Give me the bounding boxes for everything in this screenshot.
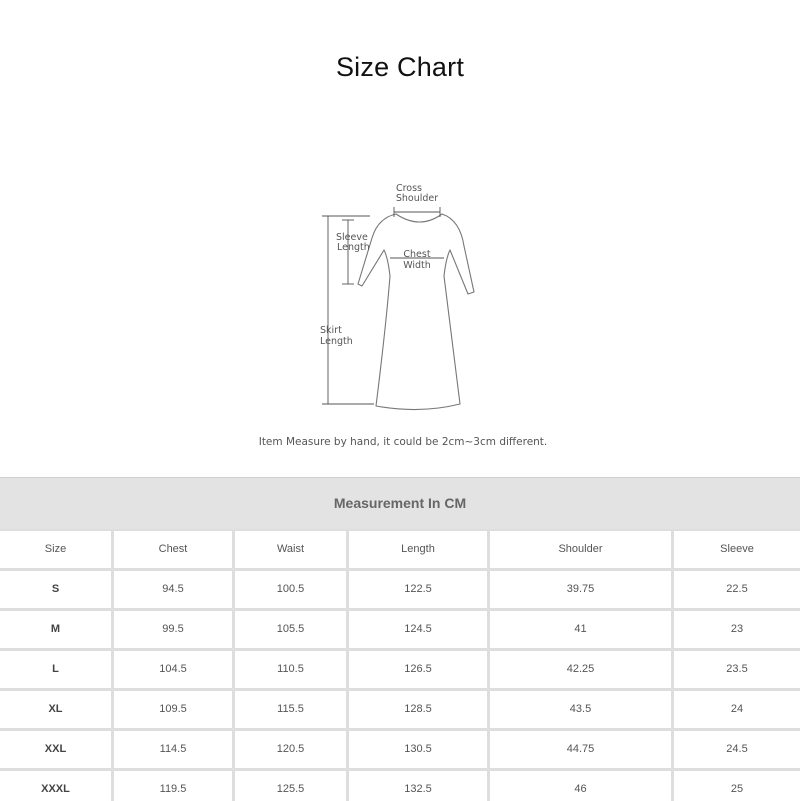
cell-size: XL: [0, 691, 111, 728]
table-row: L 104.5 110.5 126.5 42.25 23.5: [0, 651, 800, 688]
cell-chest: 99.5: [114, 611, 232, 648]
header-size: Size: [0, 531, 111, 568]
cell-size: XXXL: [0, 771, 111, 801]
table-row: XXL 114.5 120.5 130.5 44.75 24.5: [0, 731, 800, 768]
chest-width-label-line2: Width: [403, 260, 431, 271]
sleeve-length-label-line2: Length: [337, 242, 370, 253]
page-title: Size Chart: [335, 52, 465, 82]
cell-shoulder: 41: [490, 611, 671, 648]
skirt-length-label-line1: Skirt: [320, 325, 342, 336]
cell-chest: 104.5: [114, 651, 232, 688]
cell-waist: 120.5: [235, 731, 346, 768]
table-row: M 99.5 105.5 124.5 41 23: [0, 611, 800, 648]
chest-width-label-line1: Chest: [403, 249, 430, 260]
header-length: Length: [349, 531, 487, 568]
dress-measurement-diagram: Cross Shoulder Chest Width Sleeve Length…: [300, 176, 500, 426]
cell-waist: 100.5: [235, 571, 346, 608]
table-header-row: Size Chest Waist Length Shoulder Sleeve: [0, 531, 800, 568]
header-chest: Chest: [114, 531, 232, 568]
cell-length: 124.5: [349, 611, 487, 648]
cell-size: S: [0, 571, 111, 608]
cell-waist: 110.5: [235, 651, 346, 688]
cell-size: L: [0, 651, 111, 688]
header-shoulder: Shoulder: [490, 531, 671, 568]
cell-sleeve: 23: [674, 611, 800, 648]
cell-shoulder: 39.75: [490, 571, 671, 608]
size-table: Measurement In CM Size Chest Waist Lengt…: [0, 477, 800, 801]
cell-sleeve: 23.5: [674, 651, 800, 688]
cell-chest: 94.5: [114, 571, 232, 608]
cell-chest: 109.5: [114, 691, 232, 728]
cell-chest: 114.5: [114, 731, 232, 768]
cell-shoulder: 42.25: [490, 651, 671, 688]
table-row: XXXL 119.5 125.5 132.5 46 25: [0, 771, 800, 801]
dress-outline-illustration: Cross Shoulder Chest Width Sleeve Length…: [320, 183, 475, 411]
cross-shoulder-label-line2: Shoulder: [396, 193, 438, 204]
table-row: S 94.5 100.5 122.5 39.75 22.5: [0, 571, 800, 608]
cell-sleeve: 24.5: [674, 731, 800, 768]
cell-length: 132.5: [349, 771, 487, 801]
cell-size: XXL: [0, 731, 111, 768]
cross-shoulder-arrow-icon: [393, 207, 441, 217]
cell-length: 130.5: [349, 731, 487, 768]
cell-shoulder: 44.75: [490, 731, 671, 768]
cell-sleeve: 24: [674, 691, 800, 728]
cell-waist: 125.5: [235, 771, 346, 801]
dress-outline-icon: [357, 213, 475, 411]
cell-sleeve: 25: [674, 771, 800, 801]
cell-waist: 105.5: [235, 611, 346, 648]
cell-length: 128.5: [349, 691, 487, 728]
cell-length: 126.5: [349, 651, 487, 688]
header-waist: Waist: [235, 531, 346, 568]
measurement-note: Item Measure by hand, it could be 2cm~3c…: [258, 436, 548, 448]
table-row: XL 109.5 115.5 128.5 43.5 24: [0, 691, 800, 728]
cell-chest: 119.5: [114, 771, 232, 801]
cell-waist: 115.5: [235, 691, 346, 728]
table-caption: Measurement In CM: [0, 478, 800, 529]
cell-size: M: [0, 611, 111, 648]
cell-shoulder: 43.5: [490, 691, 671, 728]
skirt-length-label-line2: Length: [320, 336, 353, 347]
cell-sleeve: 22.5: [674, 571, 800, 608]
cell-length: 122.5: [349, 571, 487, 608]
header-sleeve: Sleeve: [674, 531, 800, 568]
cell-shoulder: 46: [490, 771, 671, 801]
